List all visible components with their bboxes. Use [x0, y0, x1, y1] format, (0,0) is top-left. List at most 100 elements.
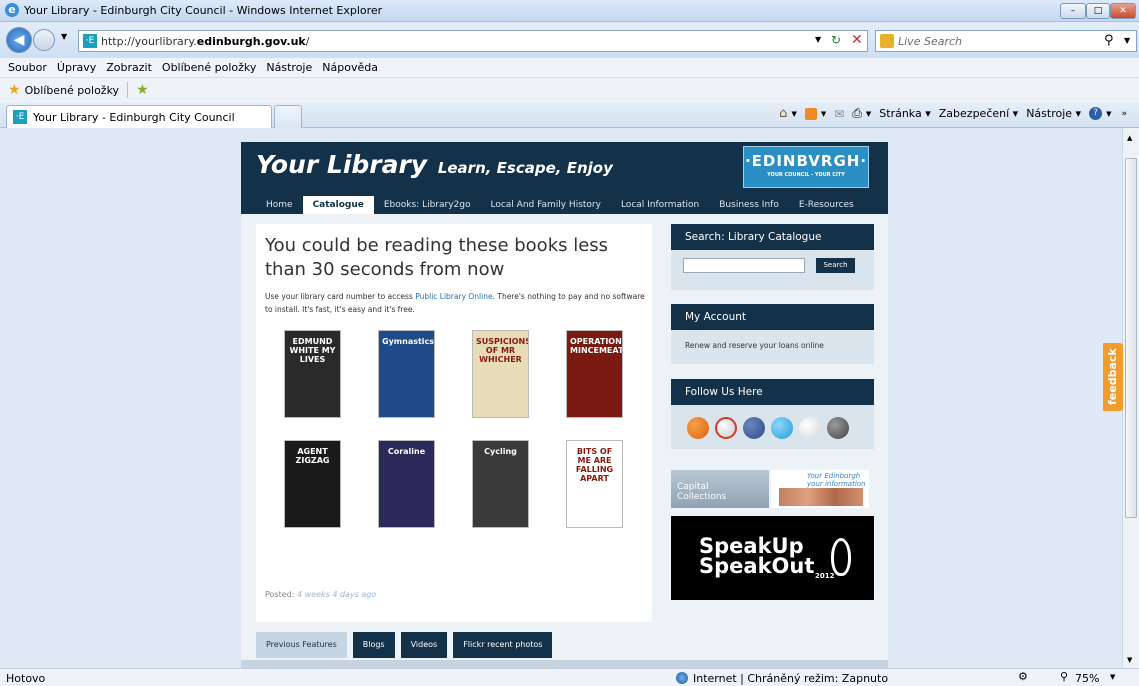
nav-home[interactable]: Home: [256, 196, 303, 214]
minimize-button[interactable]: –: [1060, 3, 1086, 19]
nav-local-information[interactable]: Local Information: [611, 196, 709, 214]
search-icon[interactable]: ⚲: [1104, 33, 1114, 48]
back-button[interactable]: ◀: [6, 27, 32, 53]
menu-help[interactable]: Nápověda: [322, 61, 378, 74]
menu-view[interactable]: Zobrazit: [106, 61, 152, 74]
feeds-dropdown-icon[interactable]: ▼: [821, 110, 826, 118]
book-title: BITS OF ME ARE FALLING APART: [575, 447, 614, 483]
site-title[interactable]: Your Library Learn, Escape, Enjoy: [256, 150, 613, 179]
help-dropdown-icon[interactable]: ▼: [1106, 110, 1111, 118]
ie-logo-icon: e: [5, 3, 19, 17]
your-edinburgh-banner[interactable]: Your Edinburgh your information: [771, 470, 869, 508]
book-cover[interactable]: BITS OF ME ARE FALLING APART: [566, 440, 623, 528]
capital-collections-banner[interactable]: Capital Collections: [671, 470, 769, 508]
add-favorite-icon[interactable]: ★: [136, 82, 149, 98]
site-header: Your Library Learn, Escape, Enjoy ·EDINB…: [241, 142, 888, 214]
favorites-bar: ★ Oblíbené položky ★: [0, 78, 1139, 102]
posted-label: Posted:: [265, 590, 295, 599]
book-cover[interactable]: OPERATION MINCEMEAT: [566, 330, 623, 418]
tab-your-library[interactable]: ·E Your Library - Edinburgh City Council: [6, 105, 272, 128]
book-cover[interactable]: Coraline: [378, 440, 435, 528]
address-bar[interactable]: ·E http://yourlibrary.edinburgh.gov.uk/ …: [78, 30, 868, 52]
address-dropdown-icon[interactable]: ▼: [815, 35, 821, 44]
flame-icon: [831, 538, 851, 576]
book-cover[interactable]: AGENT ZIGZAG: [284, 440, 341, 528]
edinburgh-logo-text: ·EDINBVRGH·: [744, 152, 868, 170]
catalogue-search-input[interactable]: [683, 258, 805, 273]
wordpress-icon[interactable]: [827, 417, 849, 439]
tab-videos[interactable]: Videos: [400, 632, 448, 658]
nav-business-info[interactable]: Business Info: [709, 196, 789, 214]
vertical-scrollbar[interactable]: ▲ ▼: [1122, 128, 1139, 668]
book-title: OPERATION MINCEMEAT: [570, 337, 623, 355]
security-zone-text[interactable]: Internet | Chráněný režim: Zapnuto: [693, 672, 888, 685]
zoom-icon[interactable]: ⚲: [1060, 670, 1068, 683]
page-menu[interactable]: Stránka ▾: [879, 107, 930, 120]
flickr-icon[interactable]: [799, 417, 821, 439]
site-subtitle: Learn, Escape, Enjoy: [437, 159, 613, 177]
protected-mode-icon[interactable]: ⚙: [1018, 670, 1028, 683]
search-options-icon[interactable]: ▼: [1124, 36, 1130, 45]
nav-ebooks[interactable]: Ebooks: Library2go: [374, 196, 481, 214]
forward-button[interactable]: [33, 29, 55, 51]
public-library-online-link[interactable]: Public Library Online: [415, 292, 492, 301]
rss-icon[interactable]: [687, 417, 709, 439]
edinburgh-logo[interactable]: ·EDINBVRGH· YOUR COUNCIL - YOUR CITY: [743, 146, 869, 188]
book-cover[interactable]: EDMUND WHITE MY LIVES: [284, 330, 341, 418]
scroll-up-icon[interactable]: ▲: [1127, 134, 1132, 142]
chevron-more-icon[interactable]: »: [1121, 109, 1127, 119]
tab-flickr[interactable]: Flickr recent photos: [453, 632, 553, 658]
favorites-button[interactable]: Oblíbené položky: [25, 84, 120, 97]
home-dropdown-icon[interactable]: ▼: [791, 110, 796, 118]
help-icon[interactable]: ?: [1089, 107, 1103, 120]
youtube-icon[interactable]: [715, 417, 737, 439]
feeds-icon[interactable]: [804, 107, 817, 120]
catalogue-search-title: Search: Library Catalogue: [671, 224, 874, 250]
mail-icon[interactable]: ✉: [834, 107, 844, 121]
scroll-down-icon[interactable]: ▼: [1127, 656, 1132, 664]
catalogue-search-button[interactable]: Search: [816, 258, 855, 273]
url-domain: edinburgh.gov.uk: [196, 34, 306, 48]
tools-menu[interactable]: Nástroje ▾: [1026, 107, 1081, 120]
twitter-icon[interactable]: [771, 417, 793, 439]
nav-catalogue[interactable]: Catalogue: [302, 196, 374, 214]
scrollbar-thumb[interactable]: [1125, 158, 1137, 518]
main-content: You could be reading these books less th…: [256, 224, 652, 622]
book-cover[interactable]: SUSPICIONS OF MR WHICHER: [472, 330, 529, 418]
command-bar: ⌂ ▼ ▼ ✉ ⎙ ▼ Stránka ▾ Zabezpečení ▾ Nástro…: [779, 106, 1127, 121]
my-account-link[interactable]: Renew and reserve your loans online: [685, 341, 824, 350]
new-tab-button[interactable]: [274, 105, 302, 128]
stop-icon[interactable]: ✕: [851, 32, 863, 48]
status-bar: Hotovo Internet | Chráněný režim: Zapnut…: [0, 668, 1139, 686]
nav-e-resources[interactable]: E-Resources: [789, 196, 864, 214]
tab-blogs[interactable]: Blogs: [352, 632, 395, 658]
nav-local-family-history[interactable]: Local And Family History: [480, 196, 610, 214]
print-dropdown-icon[interactable]: ▼: [866, 110, 871, 118]
history-dropdown-icon[interactable]: ▼: [61, 32, 67, 41]
book-title: AGENT ZIGZAG: [295, 447, 330, 465]
maximize-button[interactable]: □: [1086, 3, 1110, 19]
menu-favorites[interactable]: Oblíbené položky: [162, 61, 257, 74]
address-url[interactable]: http://yourlibrary.edinburgh.gov.uk/: [101, 35, 309, 48]
security-menu[interactable]: Zabezpečení ▾: [939, 107, 1018, 120]
menu-tools[interactable]: Nástroje: [266, 61, 312, 74]
tab-previous-features[interactable]: Previous Features: [256, 632, 347, 658]
book-title: EDMUND WHITE MY LIVES: [289, 337, 336, 364]
print-icon[interactable]: ⎙: [852, 106, 862, 121]
live-search-box[interactable]: Live Search ⚲ ▼: [875, 30, 1137, 52]
book-cover[interactable]: Cycling: [472, 440, 529, 528]
your-edinburgh-text: Your Edinburgh your information: [807, 472, 866, 488]
book-cover[interactable]: Gymnastics: [378, 330, 435, 418]
security-menu-label: Zabezpečení: [938, 107, 1010, 120]
refresh-icon[interactable]: ↻: [831, 33, 841, 47]
zoom-dropdown-icon[interactable]: ▼: [1110, 673, 1115, 681]
favorites-star-icon[interactable]: ★: [8, 82, 21, 98]
close-button[interactable]: ✕: [1110, 3, 1136, 19]
home-icon[interactable]: ⌂: [779, 106, 787, 121]
feedback-tab[interactable]: feedback: [1103, 343, 1123, 411]
facebook-icon[interactable]: [743, 417, 765, 439]
zoom-level[interactable]: 75%: [1075, 672, 1099, 685]
menu-file[interactable]: Soubor: [8, 61, 47, 74]
menu-edit[interactable]: Úpravy: [57, 61, 96, 74]
speak-up-speak-out-banner[interactable]: SpeakUp SpeakOut 2012: [671, 516, 874, 600]
